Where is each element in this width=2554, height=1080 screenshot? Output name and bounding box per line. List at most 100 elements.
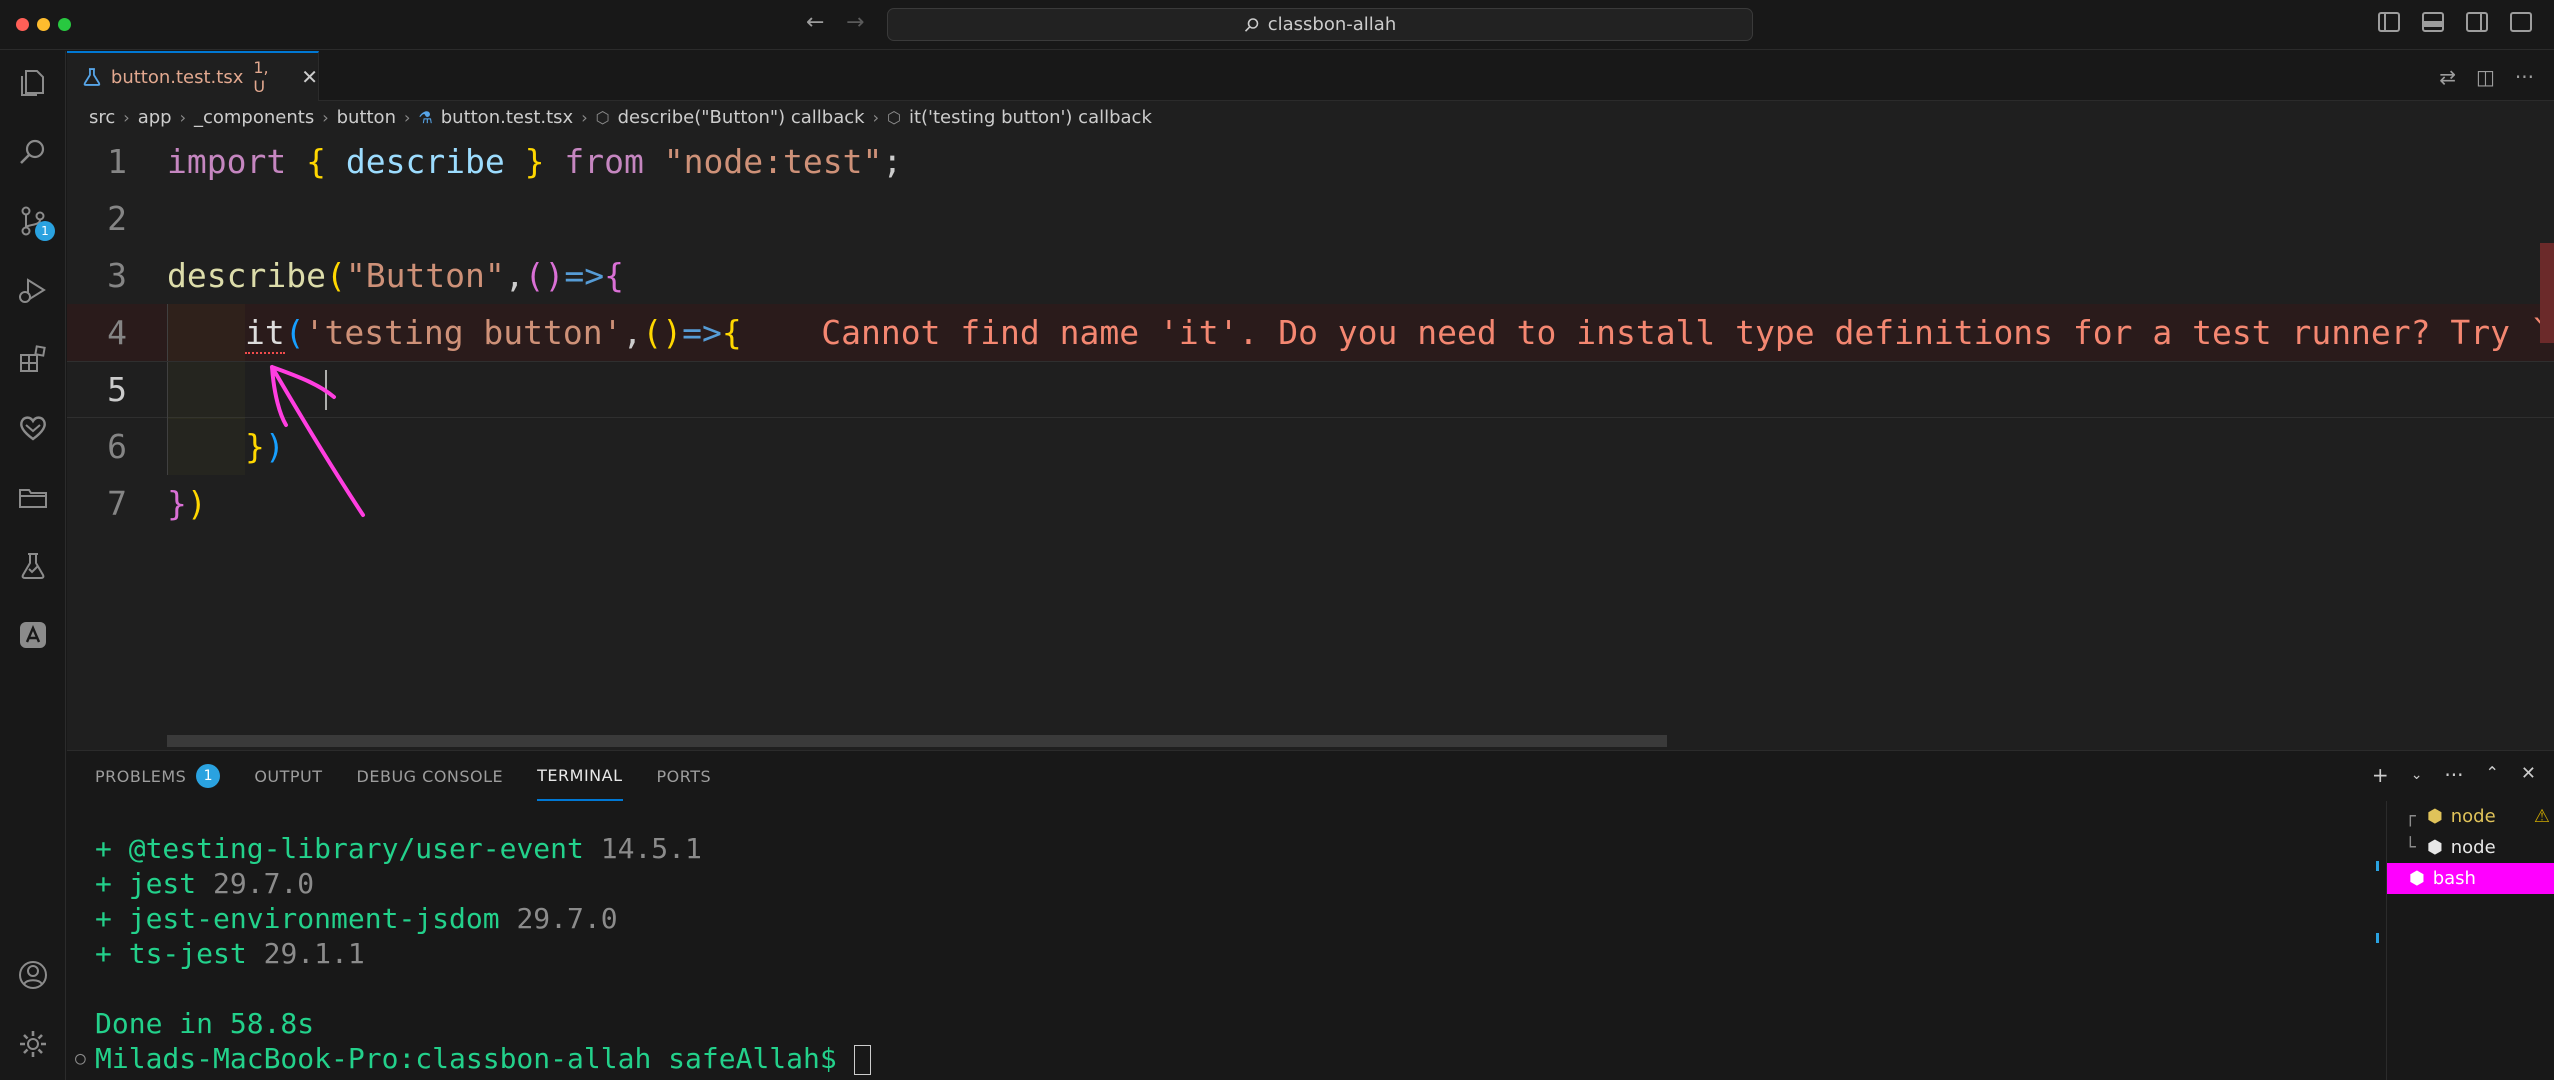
horizontal-scrollbar[interactable] — [167, 735, 1667, 747]
code-line-error: 4 it('testing button',()=>{ Cannot find … — [67, 304, 2554, 361]
tree-connector: └ — [2405, 837, 2416, 858]
paren: ( — [325, 256, 346, 295]
customize-layout-icon[interactable] — [2510, 12, 2532, 32]
cube-icon: ⬡ — [595, 107, 610, 127]
indent-guide — [167, 304, 245, 361]
search-button[interactable] — [15, 134, 51, 170]
maximize-panel-icon[interactable]: ⌃ — [2486, 763, 2499, 787]
close-window-button[interactable] — [16, 18, 29, 31]
search-icon — [1244, 17, 1259, 32]
flask-icon — [83, 68, 101, 86]
tab-label: OUTPUT — [254, 766, 323, 786]
tab-label: PORTS — [656, 766, 712, 786]
brace: { — [604, 256, 625, 295]
chevron-down-icon[interactable]: ⌄ — [2411, 763, 2423, 787]
paren: ( — [524, 256, 545, 295]
maximize-window-button[interactable] — [58, 18, 71, 31]
command-center[interactable]: classbon-allah — [887, 8, 1753, 41]
line-number: 2 — [107, 199, 127, 238]
terminal-instance-node[interactable]: └ ⬢ node — [2387, 832, 2554, 863]
forward-arrow-icon[interactable]: → — [846, 10, 864, 35]
manage-button[interactable] — [15, 1026, 51, 1062]
tab-label: TERMINAL — [537, 765, 623, 785]
terminal-line: + @testing-library/user-event 14.5.1 — [95, 832, 702, 865]
identifier: describe — [345, 142, 505, 181]
close-panel-icon[interactable]: ✕ — [2521, 763, 2536, 787]
terminal-line: + ts-jest 29.1.1 — [95, 937, 365, 970]
tab-terminal[interactable]: TERMINAL — [537, 751, 623, 801]
title-bar: ← → classbon-allah — [0, 0, 2554, 50]
brace: { — [721, 313, 742, 352]
account-icon — [19, 961, 47, 989]
indent-guide — [167, 362, 245, 419]
activity-bar: 1 — [0, 51, 66, 1080]
terminal-line: + jest 29.7.0 — [95, 867, 315, 900]
tab-label: button.test.tsx — [110, 66, 244, 88]
code-editor[interactable]: 1 import { describe } from "node:test"; … — [67, 133, 2554, 750]
line-number: 5 — [107, 370, 127, 409]
source-control-button[interactable]: 1 — [15, 203, 55, 241]
bottom-panel: PROBLEMS 1 OUTPUT DEBUG CONSOLE TERMINAL… — [67, 750, 2554, 1080]
accounts-button[interactable] — [15, 957, 51, 993]
tab-output[interactable]: OUTPUT — [254, 751, 322, 801]
breadcrumb-item[interactable]: it('testing button') callback — [909, 107, 1152, 128]
more-actions-icon[interactable]: ··· — [2444, 763, 2463, 787]
chevron-right-icon: › — [403, 107, 411, 127]
compare-changes-icon[interactable]: ⇄ — [2439, 65, 2456, 89]
code-line: 1 import { describe } from "node:test"; — [67, 133, 2554, 190]
toggle-secondary-sidebar-icon[interactable] — [2466, 12, 2488, 32]
indent-guide — [167, 418, 245, 475]
arrow-operator: => — [564, 256, 605, 295]
tab-debug-console[interactable]: DEBUG CONSOLE — [357, 751, 504, 801]
new-terminal-icon[interactable]: + — [2372, 763, 2389, 787]
keyword: from — [564, 142, 644, 181]
arrow-operator: => — [682, 313, 722, 352]
toggle-panel-icon[interactable] — [2422, 12, 2444, 32]
tab-problems[interactable]: PROBLEMS 1 — [95, 751, 221, 801]
breadcrumb-item[interactable]: _components — [194, 107, 314, 128]
breadcrumb-item[interactable]: app — [138, 107, 172, 128]
paren: ( — [642, 313, 663, 352]
toggle-primary-sidebar-icon[interactable] — [2378, 12, 2400, 32]
terminal-instance-node[interactable]: ┌ ⬢ node ⚠ — [2387, 801, 2554, 832]
paren: ) — [544, 256, 565, 295]
breadcrumb-item[interactable]: src — [89, 107, 115, 128]
terminal-line: + jest-environment-jsdom 29.7.0 — [95, 902, 618, 935]
back-arrow-icon[interactable]: ← — [806, 10, 824, 35]
project-manager-button[interactable] — [15, 479, 51, 515]
testing-button[interactable] — [15, 548, 51, 584]
chevron-right-icon: › — [123, 107, 130, 127]
split-editor-icon[interactable]: ◫ — [2476, 65, 2495, 89]
chevron-right-icon: › — [581, 107, 588, 127]
line-number: 1 — [107, 142, 127, 181]
terminal-instance-bash[interactable]: ⬢ bash — [2387, 863, 2554, 894]
string: "node:test" — [663, 142, 883, 181]
paren: ) — [186, 484, 207, 523]
more-actions-icon[interactable]: ··· — [2515, 65, 2534, 89]
string: "Button" — [345, 256, 505, 295]
tab-ports[interactable]: PORTS — [657, 751, 712, 801]
terminal-icon: ⬢ — [2409, 868, 2425, 889]
tree-connector: ┌ — [2405, 806, 2416, 827]
flask-icon — [21, 553, 45, 579]
gear-icon — [20, 1031, 46, 1057]
tab-button-test[interactable]: button.test.tsx 1, U ✕ — [67, 51, 319, 101]
function-name: describe — [167, 256, 326, 295]
breadcrumb-item[interactable]: button — [337, 107, 396, 128]
minimize-window-button[interactable] — [37, 18, 50, 31]
run-debug-button[interactable] — [15, 272, 51, 308]
extensions-button[interactable] — [15, 341, 51, 377]
breadcrumb-item[interactable]: button.test.tsx — [441, 107, 573, 128]
terminal-scroll-mark — [2376, 861, 2379, 871]
brace: } — [524, 142, 545, 181]
favorites-button[interactable] — [15, 410, 51, 446]
close-icon[interactable]: ✕ — [301, 65, 318, 89]
error-squiggle — [245, 350, 285, 354]
terminal-output[interactable]: + @testing-library/user-event 14.5.1 + j… — [75, 831, 2375, 1076]
custom-extension-button[interactable] — [15, 617, 51, 653]
function-name: it — [245, 313, 285, 352]
breadcrumb-item[interactable]: describe("Button") callback — [618, 107, 865, 128]
explorer-button[interactable] — [15, 65, 51, 101]
code-line: 2 — [67, 190, 2554, 247]
flask-icon: ⚗ — [418, 107, 433, 127]
